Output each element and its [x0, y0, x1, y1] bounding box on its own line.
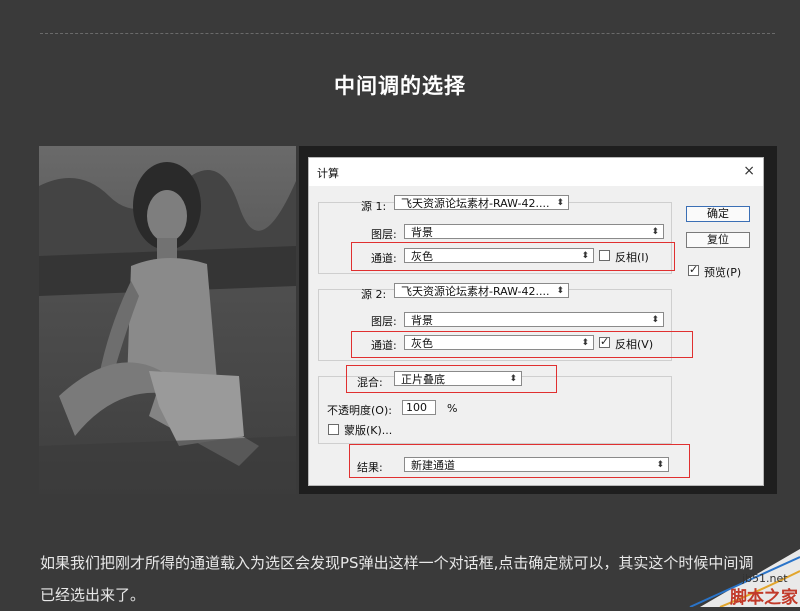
chevron-updown-icon: ⬍ [656, 460, 664, 470]
source1-file-select[interactable]: 飞天资源论坛素材-RAW-42.... ⬍ [394, 195, 569, 210]
source2-channel-label: 通道: [371, 339, 397, 352]
calculations-dialog: 计算 × 源 1: 飞天资源论坛素材-RAW-42.... ⬍ 图层: 背景 ⬍ 通… [308, 157, 764, 486]
opacity-unit: % [447, 402, 458, 415]
invert2-label: 反相(V) [615, 338, 654, 351]
dialog-titlebar: 计算 × [309, 158, 763, 186]
mask-label[interactable]: 蒙版(K)... [344, 422, 392, 438]
body-paragraph: 如果我们把刚才所得的通道载入为选区会发现PS弹出这样一个对话框,点击确定就可以，… [40, 554, 754, 604]
chevron-updown-icon: ⬍ [581, 338, 589, 348]
chevron-updown-icon: ⬍ [651, 227, 659, 237]
chevron-updown-icon: ⬍ [651, 315, 659, 325]
opacity-label: 不透明度(O): [327, 404, 392, 417]
chevron-updown-icon: ⬍ [581, 251, 589, 261]
source1-label: 源 1: [361, 200, 387, 213]
invert1-label: 反相(I) [615, 251, 649, 264]
watermark-site: jb51.net [741, 572, 788, 585]
mask-checkbox[interactable] [328, 424, 339, 435]
chevron-updown-icon: ⬍ [509, 374, 517, 384]
reset-button[interactable]: 复位 [686, 232, 750, 248]
close-icon[interactable]: × [743, 163, 755, 179]
result-select[interactable]: 新建通道 ⬍ [404, 457, 669, 472]
dashed-divider [40, 33, 775, 34]
invert1-checkbox[interactable] [599, 250, 610, 261]
source2-layer-select[interactable]: 背景 ⬍ [404, 312, 664, 327]
invert2-checkbox[interactable] [599, 335, 610, 348]
chevron-updown-icon: ⬍ [556, 286, 564, 296]
chevron-updown-icon: ⬍ [556, 198, 564, 208]
section-heading: 中间调的选择 [334, 74, 466, 98]
source2-layer-label: 图层: [371, 315, 397, 328]
ok-button[interactable]: 确定 [686, 206, 750, 222]
result-label: 结果: [357, 461, 383, 474]
blend-label: 混合: [357, 376, 383, 389]
preview-label: 预览(P) [704, 266, 742, 279]
grayscale-photo [39, 146, 296, 494]
source1-channel-select[interactable]: 灰色 ⬍ [404, 248, 594, 263]
opacity-input[interactable]: 100 [402, 400, 436, 415]
source1-layer-label: 图层: [371, 228, 397, 241]
source1-channel-label: 通道: [371, 252, 397, 265]
source2-file-select[interactable]: 飞天资源论坛素材-RAW-42.... ⬍ [394, 283, 569, 298]
source2-channel-select[interactable]: 灰色 ⬍ [404, 335, 594, 350]
preview-checkbox[interactable] [688, 263, 699, 276]
watermark-name: 脚本之家 [730, 587, 798, 607]
blend-select[interactable]: 正片叠底 ⬍ [394, 371, 522, 386]
source2-label: 源 2: [361, 288, 387, 301]
site-watermark: jb51.net 脚本之家 [660, 549, 800, 608]
dialog-title: 计算 [317, 167, 339, 180]
source1-layer-select[interactable]: 背景 ⬍ [404, 224, 664, 239]
